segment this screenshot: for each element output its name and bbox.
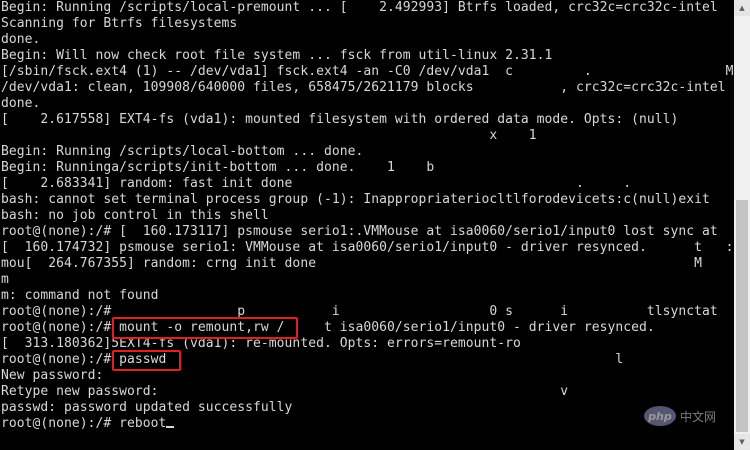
terminal-line: Begin: Will now check root file system .… (1, 48, 553, 63)
terminal-line: mou[ 264.767355] random: crng init done … (1, 256, 703, 271)
scroll-up-icon[interactable]: ▲ (734, 0, 750, 16)
terminal-line: Begin: Running /scripts/local-bottom ...… (1, 144, 364, 159)
terminal-line: /dev/vda1: clean, 109908/640000 files, 6… (1, 80, 726, 95)
php-watermark: php 中文网 (643, 406, 716, 426)
vertical-scrollbar[interactable]: ▲ ▼ (734, 0, 750, 450)
terminal-line: passwd: password updated successfully (1, 400, 293, 415)
php-logo-icon: php (643, 406, 676, 426)
terminal-line: [ 2.683341] random: fast init done . . (1, 176, 632, 191)
terminal-line: [/sbin/fsck.ext4 (1) -- /dev/vda1] fsck.… (1, 64, 734, 79)
terminal-prompt-line[interactable]: root@(none):/# reboot (1, 416, 175, 432)
terminal-line: x 1 (1, 128, 537, 143)
terminal-line: root@(none):/# p i 0 s i tlsynctat (1, 304, 718, 319)
text-cursor (166, 426, 175, 428)
terminal-window[interactable]: Begin: Running /scripts/local-premount .… (0, 0, 734, 450)
terminal-line: m (1, 272, 9, 287)
terminal-line: Retype new password: v (1, 384, 569, 399)
terminal-line: [ 313.180362]5EXT4-fs (vda1): re-mounted… (1, 336, 521, 351)
terminal-line: Scanning for Btrfs filesystems (1, 16, 238, 31)
terminal-line: done. (1, 32, 41, 47)
terminal-line: New password: (1, 368, 104, 383)
terminal-line: [ 160.174732] psmouse serio1: VMMouse at… (1, 240, 734, 255)
terminal-line: Begin: Running /scripts/local-premount .… (1, 0, 718, 15)
watermark-text: 中文网 (679, 409, 716, 424)
terminal-line-passwd-command: root@(none):/# passwd l (1, 352, 624, 367)
reboot-command: root@(none):/# reboot (1, 416, 167, 431)
terminal-line-mount-command: root@(none):/# mount -o remount,rw / t i… (1, 320, 655, 335)
terminal-line: [ 2.617558] EXT4-fs (vda1): mounted file… (1, 112, 679, 127)
terminal-line: root@(none):/# [ 160.173117] psmouse ser… (1, 224, 718, 239)
scroll-thumb[interactable] (736, 200, 748, 432)
terminal-line: m: command not found (1, 288, 159, 303)
terminal-line: bash: no job control in this shell (1, 208, 269, 223)
terminal-line: bash: cannot set terminal process group … (1, 192, 710, 207)
scroll-down-icon[interactable]: ▼ (734, 434, 750, 450)
terminal-line: Begin: Runninga/scripts/init-bottom ... … (1, 160, 435, 175)
terminal-line: done. (1, 96, 41, 111)
